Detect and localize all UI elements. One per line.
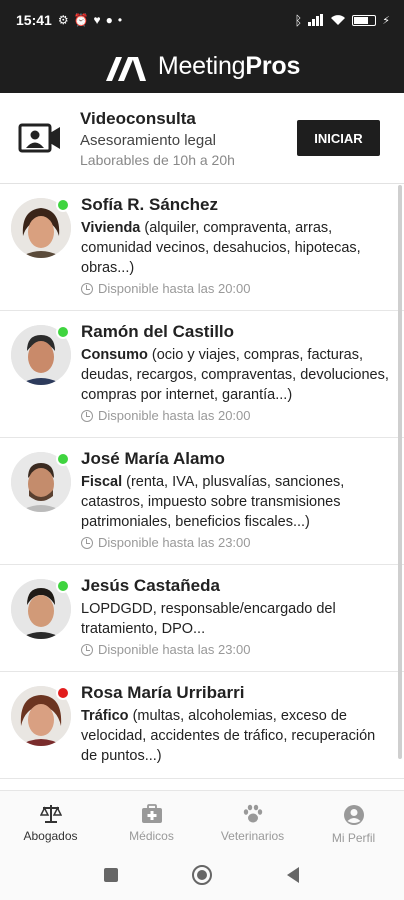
alarm-icon: ⏰ (73, 13, 89, 27)
availability-text: Disponible hasta las 20:00 (98, 408, 251, 423)
back-icon[interactable] (285, 866, 301, 884)
professional-item-jose[interactable]: José María Alamo Fiscal (renta, IVA, plu… (0, 438, 404, 565)
professional-description: LOPDGDD, responsable/encargado del trata… (81, 599, 394, 639)
status-system-icons: ᛒ ⚡ (294, 13, 390, 28)
profile-icon (343, 805, 364, 825)
system-navigation-bar (0, 850, 404, 900)
specialty-detail: LOPDGDD, responsable/encargado del trata… (81, 601, 336, 637)
brand-bold: Pros (245, 52, 301, 80)
professional-description: Fiscal (renta, IVA, plusvalías, sancione… (81, 472, 394, 532)
status-dot (56, 579, 70, 593)
specialty-label: Consumo (81, 347, 148, 363)
professional-name: Ramón del Castillo (81, 322, 235, 341)
recents-icon[interactable] (103, 867, 119, 883)
professional-name: Rosa María Urribarri (81, 683, 245, 702)
brand-name: MeetingPros (157, 52, 301, 81)
tab-label: Abogados (23, 829, 78, 843)
videoconsulta-card: Videoconsulta Asesoramiento legal Labora… (0, 93, 404, 184)
availability-text: Disponible hasta las 23:00 (98, 535, 251, 550)
signal-icon (308, 14, 324, 26)
professional-item-rosa[interactable]: Rosa María Urribarri Tráfico (multas, al… (0, 672, 404, 779)
specialty-label: Fiscal (81, 474, 123, 490)
professional-item-sofia[interactable]: Sofía R. Sánchez Vivienda (alquiler, com… (0, 184, 404, 311)
home-icon[interactable] (191, 864, 213, 886)
scales-icon (39, 805, 62, 823)
professional-description: Vivienda (alquiler, compraventa, arras, … (81, 218, 394, 278)
tab-mi-perfil[interactable]: Mi Perfil (303, 791, 404, 850)
tab-medicos[interactable]: Médicos (101, 791, 202, 850)
medical-kit-icon (141, 804, 162, 823)
heart-icon: ♥ (93, 13, 101, 27)
status-notification-icons: ⚙ ⏰ ♥ ● • (58, 14, 122, 26)
app-header: MeetingPros (0, 40, 404, 93)
professional-description: Tráfico (multas, alcoholemias, exceso de… (81, 706, 394, 766)
specialty-label: Tráfico (81, 708, 129, 724)
charging-icon: ⚡ (382, 14, 390, 27)
status-time: 15:41 (16, 12, 52, 28)
tab-label: Veterinarios (220, 829, 285, 843)
tab-label: Mi Perfil (331, 831, 376, 845)
availability: Disponible hasta las 23:00 (81, 534, 394, 552)
list-scrollbar[interactable] (398, 185, 402, 759)
availability-text: Disponible hasta las 20:00 (98, 281, 251, 296)
status-dot (56, 325, 70, 339)
clock-icon (81, 644, 93, 656)
professional-item-ramon[interactable]: Ramón del Castillo Consumo (ocio y viaje… (0, 311, 404, 438)
bluetooth-icon: ᛒ (294, 12, 303, 28)
availability: Disponible hasta las 20:00 (81, 407, 394, 425)
wifi-icon (331, 15, 346, 25)
chat-icon: ● (105, 13, 113, 27)
tab-label: Médicos (129, 829, 174, 843)
brand-regular: Meeting (157, 52, 246, 80)
professional-name: Sofía R. Sánchez (81, 195, 218, 214)
specialty-label: Vivienda (81, 220, 141, 236)
paw-icon (243, 804, 262, 823)
start-videoconsulta-button[interactable]: INICIAR (297, 120, 380, 156)
status-dot (56, 198, 70, 212)
gear-icon: ⚙ (57, 13, 69, 27)
professional-description: Consumo (ocio y viajes, compras, factura… (81, 345, 394, 405)
video-call-icon (18, 123, 60, 153)
clock-icon (81, 410, 93, 422)
tab-veterinarios[interactable]: Veterinarios (202, 791, 303, 850)
videoconsulta-subtitle: Asesoramiento legal (80, 131, 216, 149)
clock-icon (81, 283, 93, 295)
professional-name: Jesús Castañeda (81, 576, 220, 595)
status-dot (56, 686, 70, 700)
status-dot (56, 452, 70, 466)
availability: Disponible hasta las 23:00 (81, 641, 394, 659)
status-bar: 15:41 ⚙ ⏰ ♥ ● • ᛒ ⚡ (0, 0, 404, 40)
bottom-navigation: Abogados Médicos Veterinarios Mi Perfil (0, 790, 404, 850)
more-dot-icon: • (117, 13, 123, 27)
battery-icon (352, 14, 377, 26)
professional-item-jesus[interactable]: Jesús Castañeda LOPDGDD, responsable/enc… (0, 565, 404, 672)
availability: Disponible hasta las 20:00 (81, 280, 394, 298)
videoconsulta-title: Videoconsulta (80, 108, 196, 128)
meetingpros-logo-icon (105, 56, 146, 81)
tab-abogados[interactable]: Abogados (0, 791, 101, 850)
availability-text: Disponible hasta las 23:00 (98, 642, 251, 657)
professionals-list[interactable]: Sofía R. Sánchez Vivienda (alquiler, com… (0, 184, 404, 790)
videoconsulta-hours: Laborables de 10h a 20h (80, 151, 235, 168)
clock-icon (81, 537, 93, 549)
professional-name: José María Alamo (81, 449, 225, 468)
